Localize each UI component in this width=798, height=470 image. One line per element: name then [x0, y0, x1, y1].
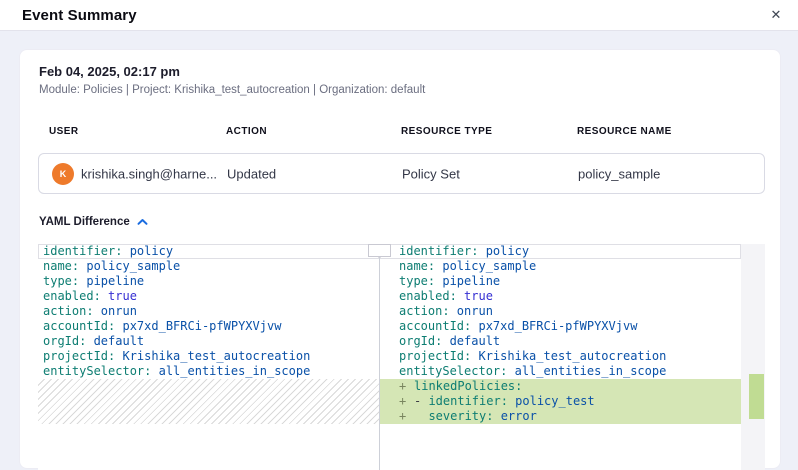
diff-pane-modified[interactable]: identifier: policyname: policy_sampletyp…: [380, 244, 741, 470]
diff-sash-handle[interactable]: [368, 244, 391, 257]
diff-missing-lines-hatch: [38, 379, 379, 424]
code-line: enabled: true: [380, 289, 741, 304]
code-line: orgId: default: [38, 334, 379, 349]
code-line: projectId: Krishika_test_autocreation: [38, 349, 379, 364]
code-line: name: policy_sample: [380, 259, 741, 274]
user-email: krishika.singh@harne...: [81, 166, 217, 181]
resource-type-value: Policy Set: [402, 166, 460, 181]
code-line: identifier: policy: [380, 244, 741, 259]
table-row: K krishika.singh@harne... Updated Policy…: [38, 153, 765, 194]
close-icon[interactable]: ✕: [764, 3, 788, 27]
code-line: +- identifier: policy_test: [380, 394, 741, 409]
code-line: orgId: default: [380, 334, 741, 349]
yaml-diff-editor: identifier: policyname: policy_sampletyp…: [38, 244, 765, 470]
code-line: projectId: Krishika_test_autocreation: [380, 349, 741, 364]
action-value: Updated: [227, 166, 276, 181]
code-line: identifier: policy: [38, 244, 379, 259]
code-line: action: onrun: [380, 304, 741, 319]
code-line: entitySelector: all_entities_in_scope: [38, 364, 379, 379]
code-line: type: pipeline: [38, 274, 379, 289]
column-header-action: ACTION: [226, 126, 267, 137]
code-line: enabled: true: [38, 289, 379, 304]
diff-added-marker: [749, 374, 764, 419]
code-line: name: policy_sample: [38, 259, 379, 274]
modal-header: Event Summary ✕: [0, 0, 798, 31]
code-line: accountId: px7xd_BFRCi-pfWPYXVjvw: [380, 319, 741, 334]
code-line: entitySelector: all_entities_in_scope: [380, 364, 741, 379]
code-line: + severity: error: [380, 409, 741, 424]
chevron-up-icon: [137, 218, 148, 226]
column-header-resource-name: RESOURCE NAME: [577, 126, 672, 137]
event-summary-card: Feb 04, 2025, 02:17 pm Module: Policies …: [19, 49, 781, 469]
yaml-difference-toggle[interactable]: YAML Difference: [39, 216, 148, 228]
resource-name-value: policy_sample: [578, 166, 660, 181]
code-line: +linkedPolicies:: [380, 379, 741, 394]
code-line: accountId: px7xd_BFRCi-pfWPYXVjvw: [38, 319, 379, 334]
yaml-difference-label: YAML Difference: [39, 216, 130, 228]
diff-overview-ruler[interactable]: [741, 244, 765, 470]
column-header-resource-type: RESOURCE TYPE: [401, 126, 492, 137]
diff-pane-original[interactable]: identifier: policyname: policy_sampletyp…: [38, 244, 379, 470]
page-title: Event Summary: [22, 7, 137, 24]
code-line: type: pipeline: [380, 274, 741, 289]
avatar: K: [52, 163, 74, 185]
column-header-user: USER: [49, 126, 79, 137]
event-meta: Module: Policies | Project: Krishika_tes…: [39, 84, 425, 96]
event-timestamp: Feb 04, 2025, 02:17 pm: [39, 64, 180, 79]
code-line: action: onrun: [38, 304, 379, 319]
